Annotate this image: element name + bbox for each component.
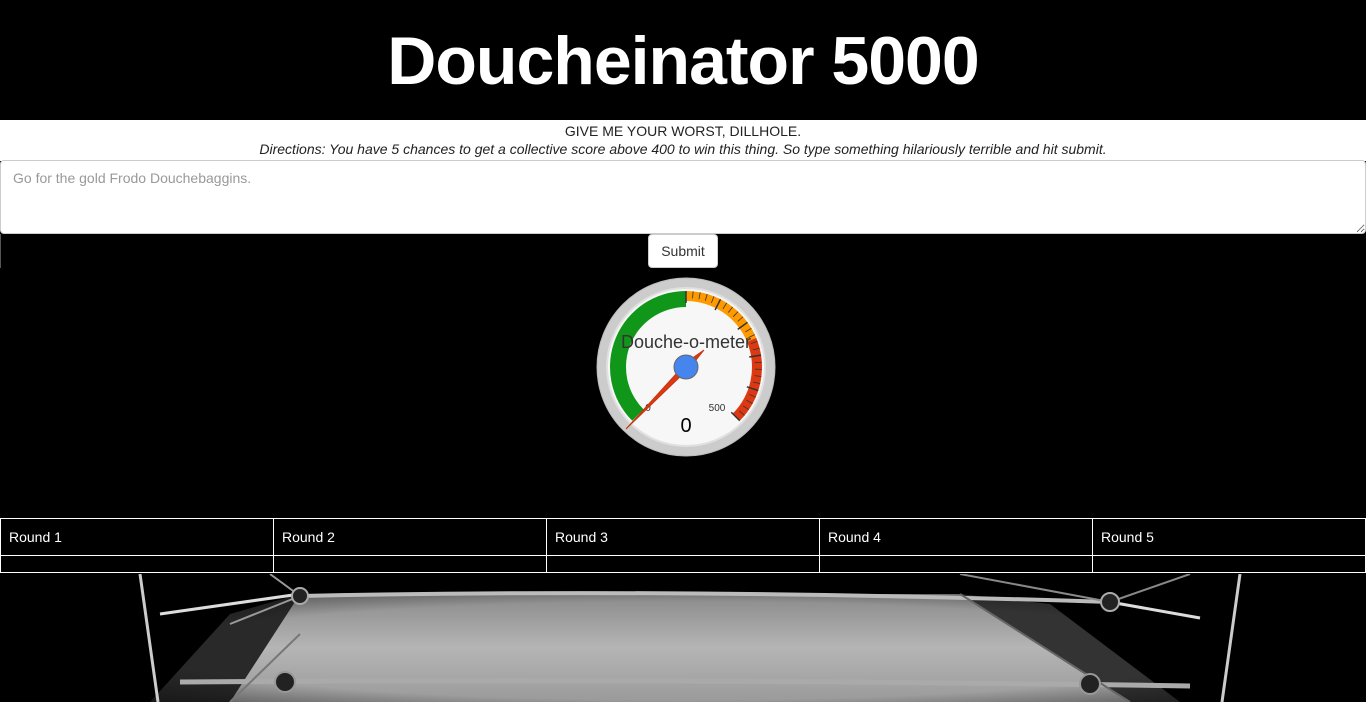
round-5-header: Round 5 [1092,518,1366,556]
boxing-ring-image [0,574,1366,702]
round-1-header: Round 1 [0,518,274,556]
gauge-hub [673,354,699,380]
directions-text: Directions: You have 5 chances to get a … [259,141,1107,157]
insult-input[interactable] [0,160,1366,234]
round-3-header: Round 3 [546,518,820,556]
round-1-score [0,555,274,573]
input-area [0,160,1366,234]
gauge-value: 0 [680,415,691,437]
round-3-score [546,555,820,573]
divider [0,234,1,268]
tagline: GIVE ME YOUR WORST, DILLHOLE. [564,123,802,139]
gauge-title: Douche-o-meter [621,332,751,352]
intro-band: GIVE ME YOUR WORST, DILLHOLE. Directions… [0,120,1366,161]
round-2-header: Round 2 [273,518,547,556]
submit-button[interactable]: Submit [648,234,718,268]
rounds-header-row: Round 1 Round 2 Round 3 Round 4 Round 5 [0,518,1366,556]
round-5-score [1092,555,1366,573]
rounds-score-row [0,555,1366,573]
round-4-header: Round 4 [819,518,1093,556]
douche-o-meter-gauge: Douche-o-meter 0 500 0 [596,277,776,457]
page-title: Doucheinator 5000 [387,23,979,99]
round-4-score [819,555,1093,573]
page-header: Doucheinator 5000 [0,0,1366,120]
rounds-table: Round 1 Round 2 Round 3 Round 4 Round 5 [0,518,1366,573]
gauge-max-label: 500 [709,403,726,414]
round-2-score [273,555,547,573]
